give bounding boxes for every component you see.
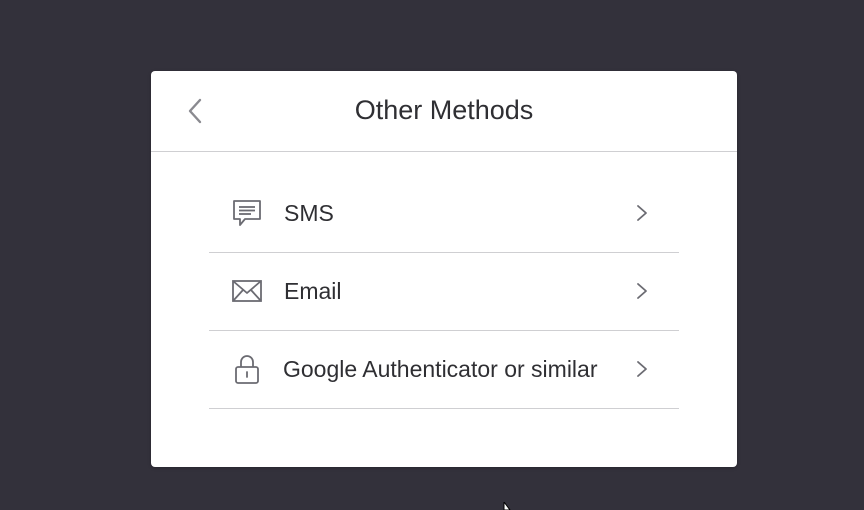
method-label-authenticator: Google Authenticator or similar (283, 356, 598, 382)
chevron-right-icon (637, 283, 647, 299)
modal-backdrop: Other Methods SMS Email Google Authentic… (0, 0, 864, 510)
method-label-sms: SMS (284, 200, 334, 226)
lock-icon (231, 353, 263, 385)
chevron-right-icon (637, 205, 647, 221)
dialog-title: Other Methods (354, 95, 534, 125)
envelope-icon (231, 275, 263, 307)
dialog-header: Other Methods (151, 71, 737, 152)
chevron-right-icon (637, 361, 647, 377)
other-methods-dialog: Other Methods SMS Email Google Authentic… (151, 71, 737, 467)
methods-list: SMS Email Google Authenticator or simila… (209, 175, 679, 409)
method-item-sms[interactable]: SMS (209, 175, 679, 253)
method-item-authenticator[interactable]: Google Authenticator or similar (209, 331, 679, 409)
mouse-cursor-icon (503, 502, 511, 510)
method-label-email: Email (284, 278, 342, 304)
message-icon (231, 197, 263, 229)
method-item-email[interactable]: Email (209, 253, 679, 331)
